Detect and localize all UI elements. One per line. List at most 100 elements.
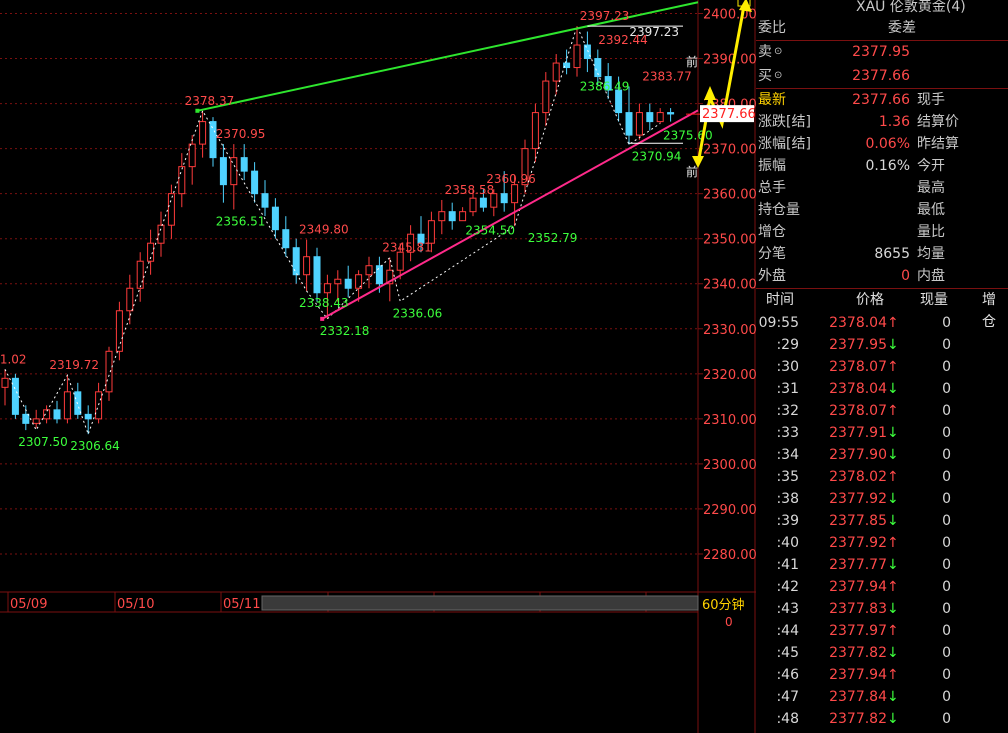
order-ratio-label: 委比 (758, 20, 786, 36)
tick-row: :39 2377.85 ↓ 0 (756, 510, 1008, 532)
tick-price: 2378.07 (829, 403, 887, 419)
candle-body (646, 112, 654, 123)
quote-row: 总手 最高 (756, 177, 1008, 199)
candle-body (313, 256, 321, 294)
trendline-handle[interactable] (195, 108, 200, 113)
candle-body (323, 283, 331, 294)
sell-label: 卖 (758, 44, 772, 60)
tick-volume: 0 (942, 403, 951, 419)
y-tick-label: 2280.00 (703, 548, 756, 563)
tick-time: :30 (776, 359, 799, 375)
tick-time: 09:55 (758, 315, 799, 331)
tick-price: 2378.07 (829, 359, 887, 375)
candle-body (469, 197, 477, 213)
tick-volume: 0 (942, 447, 951, 463)
candle-body (261, 193, 269, 208)
prev-marker: 前 (686, 164, 698, 179)
quote-row: 涨跌[结] 1.36 结算价 (756, 111, 1008, 133)
arrow-up-icon: ↑ (887, 535, 899, 551)
quote-row: 分笔 8655 均量 (756, 243, 1008, 265)
tick-row: :43 2377.83 ↓ 0 (756, 598, 1008, 620)
tick-volume: 0 (942, 623, 951, 639)
tick-volume: 0 (942, 667, 951, 683)
y-tick-label: 2330.00 (703, 323, 756, 338)
tick-time: :39 (776, 513, 799, 529)
quote-row: 振幅 0.16% 今开 (756, 155, 1008, 177)
tick-price: 2377.83 (829, 601, 887, 617)
price-chart[interactable]: 2400.002390.002380.002370.002360.002350.… (0, 0, 756, 733)
tick-price: 2378.04 (829, 381, 887, 397)
candle-body (583, 44, 591, 60)
y-tick-label: 2300.00 (703, 458, 756, 473)
quote-key: 外盘 (758, 268, 786, 284)
quote-key-secondary: 结算价 (917, 114, 959, 130)
timeframe-label[interactable]: 60分钟 (702, 594, 745, 613)
candle-body (74, 391, 82, 415)
tick-volume: 0 (942, 645, 951, 661)
swing-label: 2370.94 (632, 150, 682, 164)
candle-body (84, 413, 92, 420)
arrow-down-icon: ↓ (887, 689, 899, 705)
candle-body (126, 287, 134, 312)
swing-label: 2397.23 (580, 9, 630, 23)
candle-body (344, 278, 352, 289)
sell-price: 2377.95 (852, 44, 910, 60)
buy-row: 买 ⊙ 2377.66 (756, 65, 1008, 87)
tick-price: 2377.77 (829, 557, 887, 573)
tick-price: 2377.90 (829, 447, 887, 463)
candle-body (334, 278, 342, 285)
tick-time: :38 (776, 491, 799, 507)
candle-body (63, 391, 71, 420)
quote-key-secondary: 今开 (917, 158, 945, 174)
tick-time: :48 (776, 711, 799, 727)
swing-label: 2336.06 (393, 306, 443, 320)
tick-price: 2377.92 (829, 535, 887, 551)
ticks-header-price: 价格 (856, 292, 884, 308)
quote-row: 持仓量 最低 (756, 199, 1008, 221)
tick-volume: 0 (942, 381, 951, 397)
arrow-down-icon: ↓ (887, 491, 899, 507)
tick-row: :38 2377.92 ↓ 0 (756, 488, 1008, 510)
tick-row: :42 2377.94 ↑ 0 (756, 576, 1008, 598)
candle-body (271, 206, 279, 231)
swing-label: 2383.77 (642, 69, 692, 83)
arrow-down-icon: ↓ (887, 557, 899, 573)
quote-key-secondary: 最高 (917, 180, 945, 196)
tick-price: 2377.94 (829, 667, 887, 683)
swing-label: 21.02 (0, 352, 27, 366)
tick-time: :31 (776, 381, 799, 397)
swing-label: 2370.95 (216, 127, 266, 141)
symbol-header: XAU 伦敦黄金(4) (856, 0, 966, 15)
quote-value: 0 (901, 268, 910, 284)
swing-label: 2306.64 (70, 439, 120, 453)
support-trendline[interactable] (321, 109, 699, 320)
tick-volume: 0 (942, 579, 951, 595)
y-tick-label: 2310.00 (703, 413, 756, 428)
quote-key: 持仓量 (758, 202, 800, 218)
quote-key-secondary: 均量 (917, 246, 945, 262)
trendline-handle[interactable] (320, 316, 325, 321)
tick-row: :41 2377.77 ↓ 0 (756, 554, 1008, 576)
tick-volume: 0 (942, 359, 951, 375)
tick-time: :34 (776, 447, 799, 463)
tick-price: 2378.02 (829, 469, 887, 485)
swing-label: 2356.51 (216, 214, 266, 228)
horizontal-scrollbar[interactable] (261, 595, 699, 611)
quote-key-secondary: 最低 (917, 202, 945, 218)
tick-price: 2377.91 (829, 425, 887, 441)
candle-body (396, 251, 404, 271)
swing-label: 2378.37 (185, 94, 235, 108)
candle-body (500, 193, 508, 204)
buy-label: 买 (758, 68, 772, 84)
x-tick-label: 05/10 (117, 597, 154, 612)
swing-label: 2386.49 (580, 79, 630, 93)
arrow-up-icon: ↑ (887, 403, 899, 419)
tick-row: :35 2378.02 ↑ 0 (756, 466, 1008, 488)
ticks-header: 时间 价格 现量 增仓 (756, 289, 1008, 330)
tick-row: :33 2377.91 ↓ 0 (756, 422, 1008, 444)
tick-time: :44 (776, 623, 799, 639)
tick-volume: 0 (942, 689, 951, 705)
quote-value: 8655 (874, 246, 910, 262)
order-ratio-row: 委比 委差 (756, 17, 1008, 39)
swing-label: 2345.81 (382, 241, 432, 255)
